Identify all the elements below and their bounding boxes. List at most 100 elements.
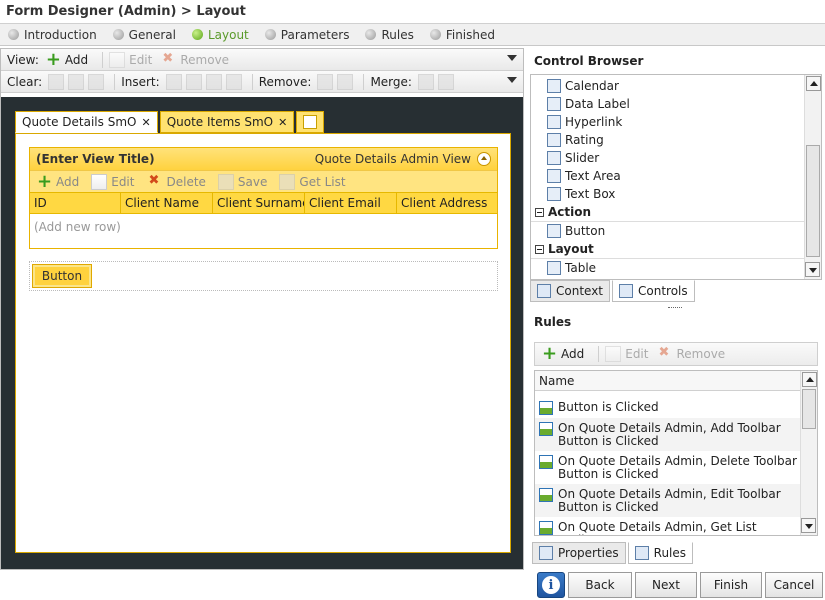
list-get-list-button[interactable]: Get List [279,173,346,190]
control-item-text-box[interactable]: Text Box [531,185,821,203]
step-finished[interactable]: Finished [429,28,495,42]
add-rule-button[interactable]: Add [541,343,584,364]
scroll-up-icon[interactable] [801,372,817,387]
step-parameters[interactable]: Parameters [264,28,349,42]
toolbar-separator [114,73,116,90]
info-icon: i [542,576,560,594]
column-header[interactable]: Name [535,371,817,391]
list-item[interactable]: On Quote Details Admin, Delete Toolbar B… [535,451,801,484]
rule-icon [539,422,553,436]
scroll-down-icon[interactable] [801,518,816,533]
design-surface[interactable]: (Enter View Title) Quote Details Admin V… [15,133,511,553]
scroll-down-icon[interactable] [805,262,820,277]
list-edit-button[interactable]: Edit [91,173,134,190]
list-save-button[interactable]: Save [217,173,267,190]
tab-context[interactable]: Context [530,280,611,302]
design-button[interactable]: Button [32,264,92,288]
list-view[interactable]: (Enter View Title) Quote Details Admin V… [29,147,498,249]
list-item[interactable]: Button is Clicked [535,397,801,418]
list-delete-button[interactable]: Delete [146,173,205,190]
new-tab-button[interactable] [296,111,325,133]
toolbar-separator [251,73,253,90]
column-header[interactable]: Client Surname [213,193,305,213]
cancel-button[interactable]: Cancel [765,572,823,598]
close-icon[interactable]: ✕ [278,116,287,129]
insert-row-above-icon[interactable] [205,73,222,90]
vertical-scrollbar[interactable] [804,75,821,279]
next-button[interactable]: Next [635,572,697,598]
tab-rules[interactable]: Rules [627,542,694,564]
control-browser-title: Control Browser [534,54,644,68]
tab-quote-items[interactable]: Quote Items SmO ✕ [159,111,295,133]
remove-icon [656,345,672,362]
clear-icon[interactable] [48,73,65,90]
control-item-table[interactable]: Table [531,259,821,277]
merge-cells-icon[interactable] [417,73,434,90]
step-general[interactable]: General [112,28,176,42]
clear-cell-icon[interactable] [68,73,85,90]
scroll-up-icon[interactable] [805,76,821,91]
control-item-calendar[interactable]: Calendar [531,77,821,95]
view-list-toolbar: Add Edit Delete Save Get List [30,170,497,192]
column-header[interactable]: Client Name [121,193,213,213]
scroll-thumb[interactable] [806,145,820,257]
tab-controls[interactable]: Controls [612,280,695,302]
split-cells-icon[interactable] [437,73,454,90]
rule-icon [539,521,553,535]
add-view-button[interactable]: Add [45,49,88,70]
tab-properties[interactable]: Properties [532,542,626,564]
back-button[interactable]: Back [568,572,632,598]
list-item[interactable]: On Quote Details Admin, Edit Toolbar But… [535,484,801,517]
control-item-text-area[interactable]: Text Area [531,167,821,185]
column-header[interactable]: ID [30,193,121,213]
clear-all-icon[interactable] [88,73,105,90]
vertical-scrollbar[interactable] [800,371,817,535]
step-layout[interactable]: Layout [191,28,249,42]
remove-view-button[interactable]: Remove [160,51,229,68]
step-rules[interactable]: Rules [365,28,414,42]
toolbar-separator [598,346,600,362]
add-new-row[interactable]: (Add new row) [30,214,497,240]
edit-view-button[interactable]: Edit [109,51,152,68]
chevron-down-icon[interactable] [507,55,517,61]
window-title: Form Designer (Admin) > Layout [0,0,825,24]
insert-column-left-icon[interactable] [165,73,182,90]
collapse-icon[interactable] [477,152,491,166]
remove-label: Remove: [258,74,312,89]
view-title[interactable]: (Enter View Title) [36,152,155,166]
control-item-data-label[interactable]: Data Label [531,95,821,113]
insert-row-below-icon[interactable] [225,73,242,90]
chevron-down-icon[interactable] [507,77,517,83]
edit-rule-button[interactable]: Edit [605,346,648,362]
insert-column-right-icon[interactable] [185,73,202,90]
refresh-icon [279,173,296,190]
close-icon[interactable]: ✕ [141,116,150,129]
controls-icon [619,284,634,298]
list-item[interactable]: On Quote Details Admin, Add Toolbar Butt… [535,418,801,451]
scroll-thumb[interactable] [802,389,816,429]
control-item-button[interactable]: Button [531,222,821,240]
tab-quote-details[interactable]: Quote Details SmO ✕ [15,111,158,133]
list-item[interactable]: On Quote Details Admin, Get List Toolbar [535,517,801,535]
pane-splitter[interactable] [668,307,682,309]
remove-rule-button[interactable]: Remove [656,345,725,362]
collapse-icon[interactable] [535,207,544,217]
remove-row-icon[interactable] [337,73,354,90]
column-header[interactable]: Client Email [305,193,397,213]
control-group-action[interactable]: Action [531,203,821,222]
step-dot-icon [112,29,124,40]
step-introduction[interactable]: Introduction [8,28,97,42]
table-row[interactable]: Button [29,261,498,291]
remove-column-icon[interactable] [317,73,334,90]
context-icon [537,284,551,298]
column-header[interactable]: Client Address [397,193,497,213]
control-group-layout[interactable]: Layout [531,240,821,259]
control-browser-list: Calendar Data Label Hyperlink Rating Sli… [530,74,822,280]
control-item-slider[interactable]: Slider [531,149,821,167]
collapse-icon[interactable] [535,244,544,254]
control-item-rating[interactable]: Rating [531,131,821,149]
list-add-button[interactable]: Add [36,171,79,192]
finish-button[interactable]: Finish [700,572,762,598]
control-item-hyperlink[interactable]: Hyperlink [531,113,821,131]
info-button[interactable]: i [537,572,565,598]
